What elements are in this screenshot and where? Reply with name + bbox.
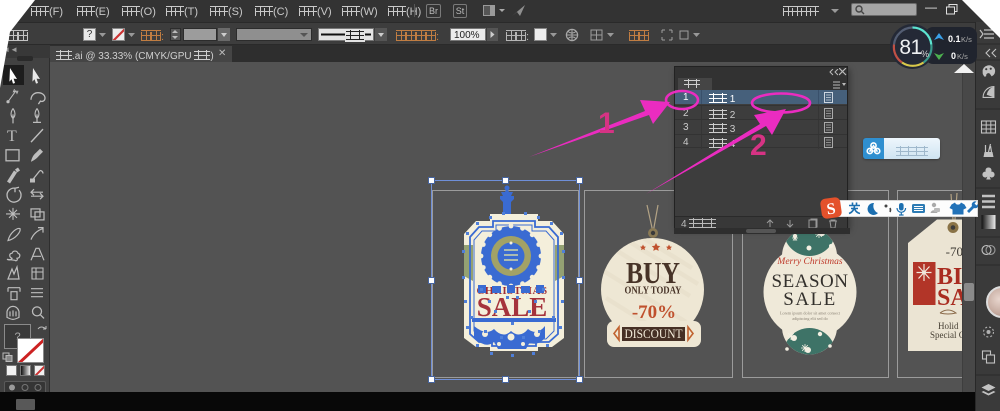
svg-text:1: 1 bbox=[598, 107, 615, 140]
svg-text:2: 2 bbox=[750, 129, 767, 162]
